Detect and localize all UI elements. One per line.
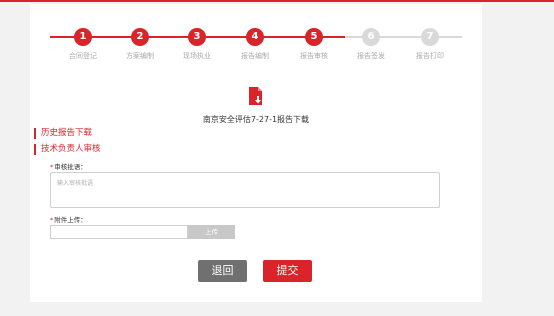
pdf-download-icon[interactable] xyxy=(248,86,264,106)
step-label: 现场执业 xyxy=(183,52,211,60)
step-number: 5 xyxy=(305,28,323,46)
submit-button[interactable]: 提交 xyxy=(263,260,312,282)
step-number: 2 xyxy=(131,28,149,46)
review-opinion-label-text: 审核批语： xyxy=(54,163,87,171)
step-site-practice[interactable]: 3 现场执业 xyxy=(170,28,224,61)
upload-button[interactable]: 上传 xyxy=(188,225,235,239)
step-label: 报告签发 xyxy=(357,52,385,60)
attachment-label-text: 附件上传： xyxy=(54,216,87,224)
step-report-review[interactable]: 5 报告审核 xyxy=(287,28,341,61)
step-report-print[interactable]: 7 报告打印 xyxy=(403,28,457,61)
step-report-preparation[interactable]: 4 报告编制 xyxy=(228,28,282,61)
step-contract-registration[interactable]: 1 合同登记 xyxy=(56,28,110,61)
step-label: 报告编制 xyxy=(241,52,269,60)
step-label: 方案编制 xyxy=(126,52,154,60)
content-card: 1 合同登记 2 方案编制 3 现场执业 4 报告编制 5 报告审核 6 报告签… xyxy=(30,4,482,302)
report-download[interactable]: 南京安全评估7-27-1报告下载 xyxy=(30,86,482,125)
return-button[interactable]: 退回 xyxy=(198,260,247,282)
review-opinion-label: *审核批语： xyxy=(50,161,87,171)
step-number: 3 xyxy=(188,28,206,46)
step-label: 报告打印 xyxy=(416,52,444,60)
attachment-label: *附件上传： xyxy=(50,214,87,224)
step-number: 4 xyxy=(246,28,264,46)
step-report-issue[interactable]: 6 报告签发 xyxy=(344,28,398,61)
review-opinion-input[interactable] xyxy=(50,172,440,208)
top-accent-line xyxy=(0,0,554,2)
history-report-link[interactable]: 历史报告下载 xyxy=(34,128,92,139)
step-label: 合同登记 xyxy=(69,52,97,60)
required-mark: * xyxy=(50,163,54,171)
step-number: 6 xyxy=(362,28,380,46)
technical-review-heading: 技术负责人审核 xyxy=(34,144,101,155)
required-mark: * xyxy=(50,216,54,224)
step-number: 7 xyxy=(421,28,439,46)
progress-stepper: 1 合同登记 2 方案编制 3 现场执业 4 报告编制 5 报告审核 6 报告签… xyxy=(30,4,482,64)
attachment-file-input[interactable] xyxy=(50,225,188,239)
step-label: 报告审核 xyxy=(300,52,328,60)
step-number: 1 xyxy=(74,28,92,46)
report-download-link[interactable]: 南京安全评估7-27-1报告下载 xyxy=(30,114,482,125)
step-plan-preparation[interactable]: 2 方案编制 xyxy=(113,28,167,61)
